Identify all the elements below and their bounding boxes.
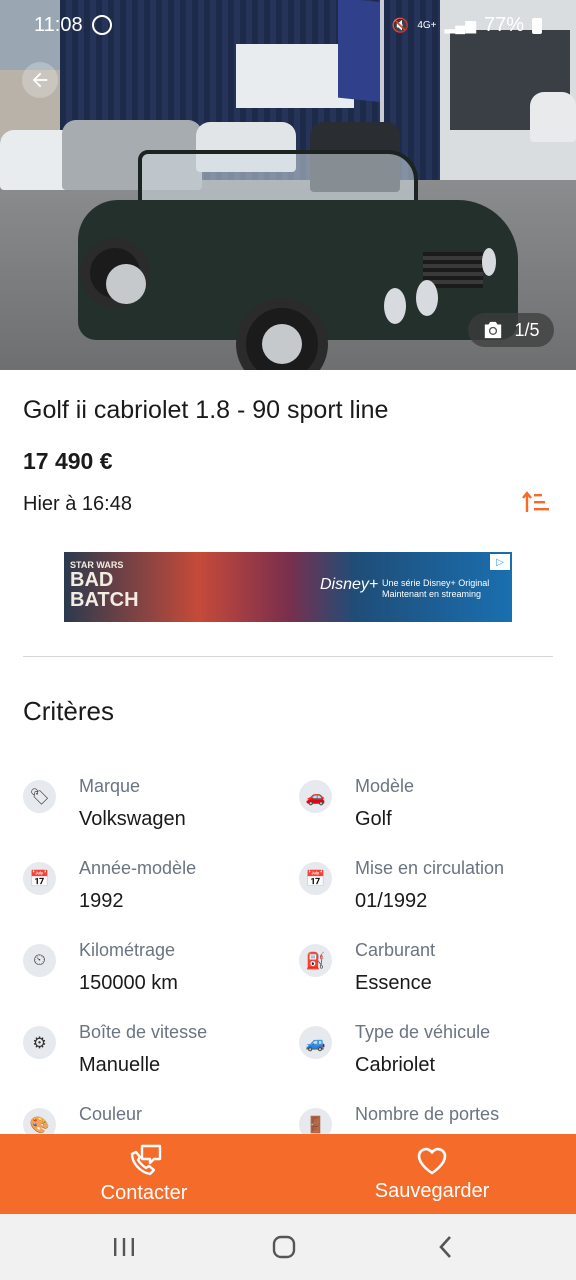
contact-label: Contacter — [100, 1181, 188, 1204]
divider — [23, 656, 553, 657]
criteria-item-modele: 🚗 Modèle Golf — [299, 776, 549, 846]
criteria-item-marque: 🏷 Marque Volkswagen — [23, 776, 273, 846]
criteria-item-kilometrage: ⏲ Kilométrage 150000 km — [23, 940, 273, 1010]
photo-sign — [236, 44, 354, 108]
mute-icon: 🔇 — [391, 17, 410, 33]
contact-button[interactable]: Contacter — [0, 1134, 288, 1214]
back-button[interactable] — [22, 62, 58, 98]
save-button[interactable]: Sauvegarder — [288, 1134, 576, 1214]
fuel-icon: ⛽ — [299, 944, 332, 977]
network-label: 4G+ — [417, 20, 437, 31]
ad-tagline: Une série Disney+ Original Maintenant en… — [382, 578, 490, 599]
criteria-item-annee: 📅 Année-modèle 1992 — [23, 858, 273, 928]
system-nav-bar — [0, 1214, 576, 1280]
status-right: 🔇 4G+ ▂▄▆ 77% — [392, 14, 542, 37]
home-button[interactable] — [264, 1232, 304, 1262]
photo-bg-car — [530, 92, 576, 142]
tag-icon: 🏷 — [23, 780, 56, 813]
recent-apps-icon — [114, 1238, 134, 1256]
criteria-item-circulation: 📅 Mise en circulation 01/1992 — [299, 858, 549, 928]
criteria-item-carburant: ⛽ Carburant Essence — [299, 940, 549, 1010]
heart-icon — [417, 1147, 447, 1174]
status-time: 11:08 — [34, 14, 83, 36]
chevron-left-icon — [439, 1236, 451, 1258]
car-icon: 🚗 — [299, 780, 332, 813]
listing-photo[interactable]: 11:08 🔇 4G+ ▂▄▆ 77% 1/5 — [0, 0, 576, 370]
criteria-item-boite: ⚙ Boîte de vitesse Manuelle — [23, 1022, 273, 1092]
ad-choices-icon[interactable]: ▷ — [490, 554, 510, 570]
photo-counter[interactable]: 1/5 — [468, 313, 554, 347]
listing-date: Hier à 16:48 — [23, 493, 132, 515]
status-bar: 11:08 🔇 4G+ ▂▄▆ 77% — [0, 0, 576, 52]
battery-icon — [532, 17, 542, 34]
vehicle-type-icon: 🚙 — [299, 1026, 332, 1059]
sort-icon[interactable] — [522, 490, 550, 514]
ad-banner[interactable]: STAR WARS BAD BATCH Disney+ Une série Di… — [64, 552, 512, 622]
photo-counter-text: 1/5 — [514, 319, 540, 340]
criteria-item-type: 🚙 Type de véhicule Cabriolet — [299, 1022, 549, 1092]
photo-main-car — [78, 140, 518, 370]
arrow-left-icon — [32, 72, 48, 88]
home-icon — [272, 1235, 296, 1259]
phone-chat-icon — [130, 1144, 162, 1175]
save-label: Sauvegarder — [374, 1179, 490, 1202]
camera-icon — [485, 321, 502, 339]
ad-brand: Disney+ — [320, 576, 379, 593]
ad-title: STAR WARS BAD BATCH — [70, 560, 139, 611]
criteria-title: Critères — [23, 696, 115, 726]
battery-percent: 77% — [483, 14, 524, 36]
gearshift-icon: ⚙ — [23, 1026, 56, 1059]
whatsapp-icon — [92, 15, 112, 35]
listing-price: 17 490 € — [23, 448, 113, 474]
back-nav-button[interactable] — [426, 1232, 466, 1262]
calendar-icon: 📅 — [23, 862, 56, 895]
recent-apps-button[interactable] — [104, 1232, 144, 1262]
speedometer-icon: ⏲ — [23, 944, 56, 977]
signal-icon: ▂▄▆ — [444, 17, 476, 33]
listing-title: Golf ii cabriolet 1.8 - 90 sport line — [23, 396, 389, 424]
calendar-icon: 📅 — [299, 862, 332, 895]
action-bar: Contacter Sauvegarder — [0, 1134, 576, 1214]
